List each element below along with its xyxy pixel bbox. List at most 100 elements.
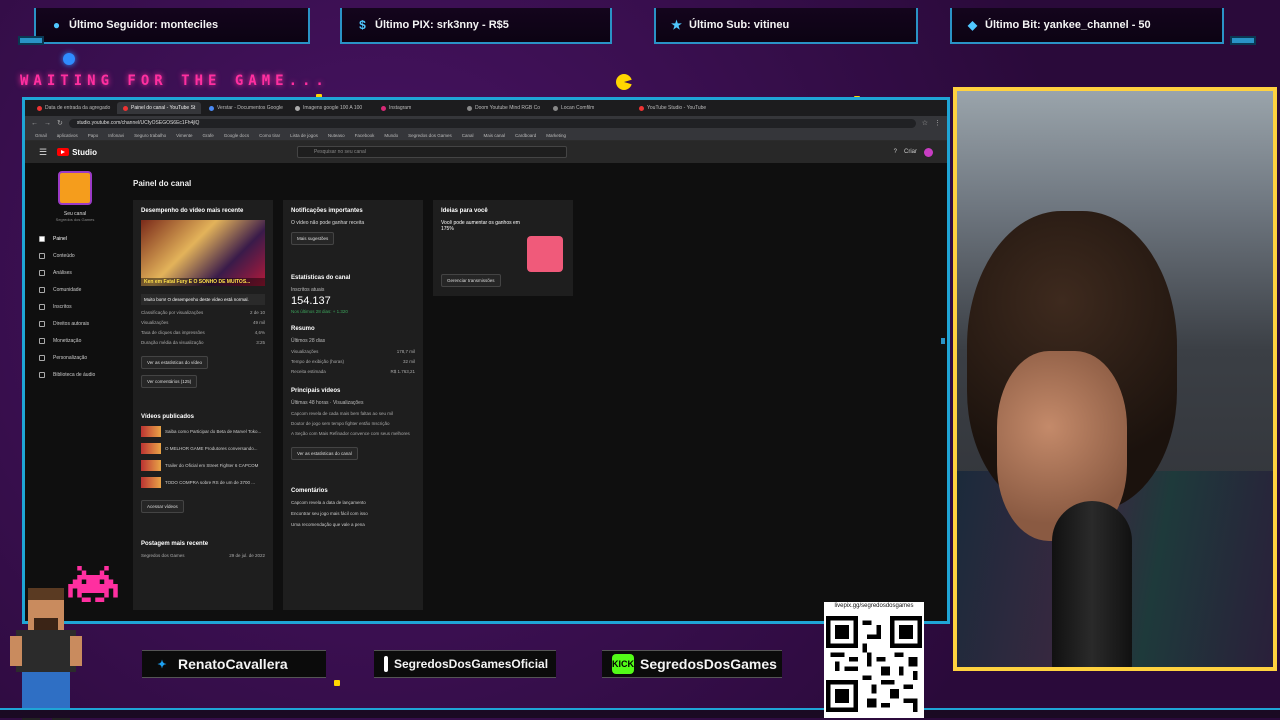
- browser-tab[interactable]: Data de entrada da agregado: [31, 102, 115, 114]
- list-item[interactable]: Doutor de jogo sem tempo fighter então I…: [291, 421, 415, 426]
- published-title: Vídeos publicados: [141, 414, 195, 420]
- menu-dots-icon[interactable]: ⋮: [934, 119, 941, 127]
- top-videos-subtitle: Últimas 48 horas · Visualizações: [291, 400, 364, 406]
- summary-title: Resumo: [291, 326, 315, 332]
- dollar-icon: $: [359, 18, 366, 32]
- browser-tab-active[interactable]: Painel do canal - YouTube St: [117, 102, 201, 114]
- bookmark-item[interactable]: Canal: [462, 133, 474, 138]
- stats-card: Notificações importantes O vídeo não pod…: [283, 200, 423, 610]
- url-field[interactable]: studio.youtube.com/channel/UCfyOSEGOS6Ec…: [68, 118, 916, 128]
- reload-icon[interactable]: ↻: [57, 119, 63, 127]
- avatar[interactable]: [924, 147, 933, 157]
- sidebar-item-personalizacao[interactable]: Personalização: [25, 349, 125, 366]
- bookmark-item[interactable]: Grafe: [203, 133, 214, 138]
- bookmark-item[interactable]: aplicativos: [57, 133, 78, 138]
- sidebar-item-comunidade[interactable]: Comunidade: [25, 281, 125, 298]
- bookmark-item[interactable]: Facebook: [355, 133, 375, 138]
- youtube-play-icon: [57, 148, 70, 156]
- comments-button[interactable]: Ver comentários (125): [141, 375, 198, 388]
- go-to-videos-button[interactable]: Acessar vídeos: [141, 500, 184, 513]
- qr-code-panel[interactable]: livepix.gg/segredosdosgames: [824, 602, 924, 718]
- stat-row: Duração média da visualização 3:25: [141, 340, 265, 345]
- bookmarks-bar: Gmail aplicativos Papo Infonavi Seguro t…: [25, 130, 947, 141]
- twitter-handle: RenatoCavallera: [178, 656, 288, 672]
- sidebar-item-inscritos[interactable]: Inscritos: [25, 298, 125, 315]
- browser-tab[interactable]: Verstar - Documentos Google: [203, 102, 287, 114]
- bookmark-item[interactable]: Google docs: [224, 133, 249, 138]
- channel-avatar[interactable]: [58, 171, 92, 205]
- favicon-icon: [381, 105, 386, 111]
- video-thumbnail[interactable]: Ken em Fatal Fury E O SONHO DE MUITOS...: [141, 220, 265, 286]
- browser-tab[interactable]: YouTube Studio - YouTube: [633, 102, 717, 114]
- scrollbar[interactable]: [941, 338, 945, 344]
- alert-bit-text: Último Bit: yankee_channel - 50: [985, 19, 1151, 31]
- studio-logo[interactable]: Studio: [57, 148, 97, 157]
- video-thumbnail: [141, 477, 161, 488]
- bookmark-item[interactable]: Como tirar: [259, 133, 280, 138]
- dashboard-cards: Desempenho do vídeo mais recente Ken em …: [133, 200, 939, 610]
- video-thumbnail: [141, 460, 161, 471]
- bookmark-item[interactable]: Lista de jogos: [290, 133, 318, 138]
- channel-analytics-button[interactable]: Ver as estatísticas do canal: [291, 447, 358, 460]
- more-suggestions-button[interactable]: Mais sugestões: [291, 232, 335, 245]
- bookmark-item[interactable]: Mais canal: [483, 133, 505, 138]
- help-icon[interactable]: ?: [894, 149, 897, 155]
- browser-tab[interactable]: Imagens google 100 A 100: [289, 102, 373, 114]
- comment-item[interactable]: Uma recomendação que vale a pena: [291, 522, 415, 527]
- favicon-icon: [37, 105, 42, 111]
- sidebar-item-painel[interactable]: Painel: [25, 230, 125, 247]
- sidebar-item-direitos[interactable]: Direitos autorais: [25, 315, 125, 332]
- user-icon: ●: [52, 18, 61, 32]
- manage-streams-button[interactable]: Gerenciar transmissões: [441, 274, 501, 287]
- list-item[interactable]: Saiba como Participar do Beta de Marvel …: [141, 426, 265, 437]
- bottom-frame-line: [0, 708, 1280, 718]
- video-analytics-button[interactable]: Ver as estatísticas do vídeo: [141, 356, 209, 369]
- bookmark-item[interactable]: Nuteaso: [328, 133, 345, 138]
- ideas-card: Ideias para você Você pode aumentar os g…: [433, 200, 573, 296]
- comment-item[interactable]: Capcom revela a data de lançamento: [291, 500, 415, 505]
- dashboard-main: Painel do canal Desempenho do vídeo mais…: [125, 163, 947, 621]
- analytics-icon: [39, 269, 45, 276]
- summary-subtitle: Últimos 28 dias: [291, 338, 326, 344]
- corner-decoration: [18, 36, 44, 45]
- bookmark-item[interactable]: Segredos dos Games: [408, 133, 452, 138]
- stat-row: Classificação por visualizações 2 de 10: [141, 310, 265, 315]
- browser-tab[interactable]: Doom Youtube Mind RGB Co: [461, 102, 545, 114]
- social-twitter[interactable]: ✦ RenatoCavallera: [142, 650, 326, 678]
- sidebar-item-monetizacao[interactable]: Monetização: [25, 332, 125, 349]
- bookmark-item[interactable]: Gmail: [35, 133, 47, 138]
- sidebar-item-analises[interactable]: Análises: [25, 264, 125, 281]
- social-kick[interactable]: KICK SegredosDosGames: [602, 650, 782, 678]
- notifications-title: Notificações importantes: [291, 208, 363, 214]
- list-item[interactable]: O MELHOR GAME Produtores conversando...: [141, 443, 265, 454]
- video-thumbnail: [141, 426, 161, 437]
- header-actions: ? Criar: [894, 147, 933, 157]
- star-bookmark-icon[interactable]: ☆: [922, 119, 928, 127]
- list-item[interactable]: Trailer do Oficial em Street Fighter 6 C…: [141, 460, 265, 471]
- community-icon: [39, 286, 45, 293]
- create-button[interactable]: Criar: [904, 149, 917, 155]
- bookmark-item[interactable]: Vimente: [176, 133, 192, 138]
- channel-stats-title: Estatísticas do canal: [291, 275, 351, 281]
- social-instagram[interactable]: SegredosDosGamesOficial: [374, 650, 556, 678]
- bookmark-item[interactable]: Infonavi: [108, 133, 124, 138]
- alerts-bar: ● Último Seguidor: monteciles $ Último P…: [0, 0, 1280, 48]
- forward-icon[interactable]: →: [44, 120, 51, 127]
- bookmark-item[interactable]: Cardboard: [515, 133, 536, 138]
- list-item[interactable]: TODO COMPRA sobre RS de um de 3700 ...: [141, 477, 265, 488]
- bookmark-item[interactable]: Papo: [88, 133, 99, 138]
- comment-item[interactable]: Encontrar seu jogo mais fácil com isso: [291, 511, 415, 516]
- bookmark-item[interactable]: Mundo: [384, 133, 398, 138]
- sidebar-item-conteudo[interactable]: Conteúdo: [25, 247, 125, 264]
- browser-tab[interactable]: Locan Comfilm: [547, 102, 631, 114]
- sidebar-item-audio[interactable]: Biblioteca de áudio: [25, 366, 125, 383]
- browser-tab[interactable]: Instagram: [375, 102, 459, 114]
- studio-search-input[interactable]: Pesquisar no seu canal: [296, 146, 567, 158]
- hamburger-icon[interactable]: ☰: [39, 147, 47, 158]
- bookmark-item[interactable]: Marketing: [546, 133, 566, 138]
- back-icon[interactable]: ←: [31, 120, 38, 127]
- performance-highlight: Muito bom! O desempenho deste vídeo está…: [141, 294, 265, 305]
- bookmark-item[interactable]: Seguro trabalho: [134, 133, 166, 138]
- list-item[interactable]: A Seção com Mais Refinador convence com …: [291, 431, 415, 436]
- list-item[interactable]: Capcom revela de cada mais bem faltas ao…: [291, 411, 415, 416]
